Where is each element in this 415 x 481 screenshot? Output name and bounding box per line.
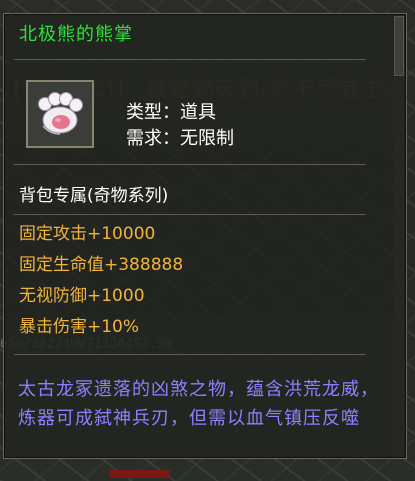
item-requirement: 需求：无限制	[126, 128, 234, 149]
tooltip-scrollbar[interactable]	[394, 16, 404, 456]
stat-line: 固定生命值+388888	[19, 255, 184, 275]
divider	[14, 164, 366, 165]
stat-line: 无视防御+1000	[19, 286, 145, 306]
item-binding: 背包专属(奇物系列)	[19, 186, 169, 206]
stat-line: 固定攻击+10000	[19, 224, 156, 244]
divider	[14, 354, 366, 355]
stat-line: 暴击伤害+10%	[19, 317, 140, 337]
item-icon-frame[interactable]	[26, 80, 94, 148]
bear-paw-icon	[38, 92, 83, 135]
world-hp-bar	[110, 470, 170, 478]
tooltip-scrollbar-thumb[interactable]	[394, 16, 404, 76]
item-type: 类型：道具	[126, 102, 216, 123]
item-name: 北极熊的熊掌	[19, 24, 133, 45]
item-tooltip: 北极熊的熊掌 类型：道具 需求：无限制 背包专属(奇物系列) 固定攻击+1000…	[3, 13, 407, 459]
item-lore: 太古龙冢遗落的凶煞之物，蕴含洪荒龙威，炼器可成弑神兵刃，但需以血气镇压反噬	[18, 379, 379, 429]
divider	[14, 59, 366, 60]
divider	[14, 214, 366, 215]
